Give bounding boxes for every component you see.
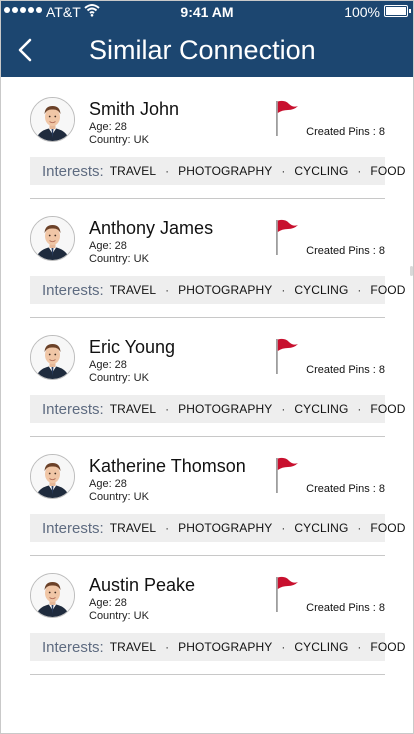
person-age: Age: 28 bbox=[89, 597, 127, 609]
person-country: Country: UK bbox=[89, 134, 149, 146]
interests-label: Interests: bbox=[42, 519, 104, 537]
back-chevron-icon[interactable] bbox=[12, 34, 42, 66]
battery-percentage: 100% bbox=[344, 4, 380, 20]
person-photo-icon bbox=[31, 98, 74, 141]
person-age: Age: 28 bbox=[89, 359, 127, 371]
interest-separator: · bbox=[165, 402, 170, 416]
interests-bar: Interests: TRAVEL · PHOTOGRAPHY · CYCLING · FO… bbox=[30, 633, 405, 661]
flag-pin-icon bbox=[276, 100, 298, 136]
scroll-indicator[interactable] bbox=[410, 266, 413, 276]
interest-tag: CYCLING bbox=[294, 402, 349, 416]
interests-label: Interests: bbox=[42, 162, 104, 180]
interest-separator: · bbox=[357, 164, 362, 178]
interest-separator: · bbox=[357, 640, 362, 654]
avatar[interactable] bbox=[30, 216, 75, 261]
interest-separator: · bbox=[165, 640, 170, 654]
interest-separator: · bbox=[165, 283, 170, 297]
connection-card[interactable]: Austin Peake Age: 28 Country: UK Created… bbox=[30, 556, 405, 675]
created-pins-count: Created Pins : 8 bbox=[306, 483, 385, 495]
interests-label: Interests: bbox=[42, 281, 104, 299]
avatar[interactable] bbox=[30, 454, 75, 499]
interest-tag: TRAVEL bbox=[109, 640, 157, 654]
interest-tag: FOOD bbox=[370, 640, 406, 654]
created-pins-count: Created Pins : 8 bbox=[306, 364, 385, 376]
interest-tag: CYCLING bbox=[294, 521, 349, 535]
flag-pin-icon bbox=[276, 576, 298, 612]
connection-card[interactable]: Anthony James Age: 28 Country: UK Create… bbox=[30, 199, 405, 318]
interest-tag: PHOTOGRAPHY bbox=[178, 283, 273, 297]
interest-tag: TRAVEL bbox=[109, 521, 157, 535]
interest-tag: CYCLING bbox=[294, 640, 349, 654]
interests-bar: Interests: TRAVEL · PHOTOGRAPHY · CYCLING · FO… bbox=[30, 514, 405, 542]
interest-tag: TRAVEL bbox=[109, 164, 157, 178]
flag-pin-icon bbox=[276, 219, 298, 255]
interest-tag: FOOD bbox=[370, 402, 406, 416]
interest-tag: FOOD bbox=[370, 521, 406, 535]
created-pins-count: Created Pins : 8 bbox=[306, 126, 385, 138]
interest-separator: · bbox=[165, 521, 170, 535]
person-name[interactable]: Anthony James bbox=[89, 218, 213, 239]
interests-bar: Interests: TRAVEL · PHOTOGRAPHY · CYCLING · FO… bbox=[30, 157, 405, 185]
person-photo-icon bbox=[31, 455, 74, 498]
interest-tag: PHOTOGRAPHY bbox=[178, 402, 273, 416]
person-age: Age: 28 bbox=[89, 121, 127, 133]
person-photo-icon bbox=[31, 217, 74, 260]
person-photo-icon bbox=[31, 574, 74, 617]
interest-separator: · bbox=[357, 521, 362, 535]
created-pins-count: Created Pins : 8 bbox=[306, 602, 385, 614]
interest-tag: PHOTOGRAPHY bbox=[178, 521, 273, 535]
person-name[interactable]: Katherine Thomson bbox=[89, 456, 246, 477]
connection-card[interactable]: Smith John Age: 28 Country: UK Created P… bbox=[30, 80, 405, 199]
connection-card[interactable]: Katherine Thomson Age: 28 Country: UK Cr… bbox=[30, 437, 405, 556]
interest-tag: FOOD bbox=[370, 283, 406, 297]
person-country: Country: UK bbox=[89, 610, 149, 622]
interests-bar: Interests: TRAVEL · PHOTOGRAPHY · CYCLING · FO… bbox=[30, 276, 405, 304]
interest-tag: TRAVEL bbox=[109, 283, 157, 297]
interests-label: Interests: bbox=[42, 400, 104, 418]
interest-separator: · bbox=[281, 521, 286, 535]
interest-tag: TRAVEL bbox=[109, 402, 157, 416]
interest-tag: CYCLING bbox=[294, 164, 349, 178]
interest-separator: · bbox=[357, 402, 362, 416]
flag-pin-icon bbox=[276, 457, 298, 493]
flag-pin-icon bbox=[276, 338, 298, 374]
avatar[interactable] bbox=[30, 573, 75, 618]
avatar[interactable] bbox=[30, 97, 75, 142]
person-photo-icon bbox=[31, 336, 74, 379]
person-country: Country: UK bbox=[89, 253, 149, 265]
interest-separator: · bbox=[281, 164, 286, 178]
interest-tag: CYCLING bbox=[294, 283, 349, 297]
interests-bar: Interests: TRAVEL · PHOTOGRAPHY · CYCLING · FO… bbox=[30, 395, 405, 423]
interest-tag: FOOD bbox=[370, 164, 406, 178]
interest-tag: PHOTOGRAPHY bbox=[178, 164, 273, 178]
person-country: Country: UK bbox=[89, 491, 149, 503]
interest-separator: · bbox=[357, 283, 362, 297]
person-name[interactable]: Austin Peake bbox=[89, 575, 195, 596]
interest-separator: · bbox=[281, 640, 286, 654]
battery-icon bbox=[384, 5, 411, 17]
created-pins-count: Created Pins : 8 bbox=[306, 245, 385, 257]
interests-label: Interests: bbox=[42, 638, 104, 656]
connection-card[interactable]: Eric Young Age: 28 Country: UK Created P… bbox=[30, 318, 405, 437]
navigation-bar: Similar Connection bbox=[0, 24, 414, 77]
person-name[interactable]: Eric Young bbox=[89, 337, 175, 358]
person-country: Country: UK bbox=[89, 372, 149, 384]
avatar[interactable] bbox=[30, 335, 75, 380]
page-title: Similar Connection bbox=[89, 35, 316, 65]
status-bar: AT&T 9:41 AM 100% bbox=[0, 0, 414, 24]
interest-separator: · bbox=[165, 164, 170, 178]
person-name[interactable]: Smith John bbox=[89, 99, 179, 120]
interest-tag: PHOTOGRAPHY bbox=[178, 640, 273, 654]
app-header: AT&T 9:41 AM 100% Similar Connection bbox=[0, 0, 414, 77]
interest-separator: · bbox=[281, 283, 286, 297]
person-age: Age: 28 bbox=[89, 478, 127, 490]
person-age: Age: 28 bbox=[89, 240, 127, 252]
connection-list: Smith John Age: 28 Country: UK Created P… bbox=[30, 80, 405, 675]
interest-separator: · bbox=[281, 402, 286, 416]
